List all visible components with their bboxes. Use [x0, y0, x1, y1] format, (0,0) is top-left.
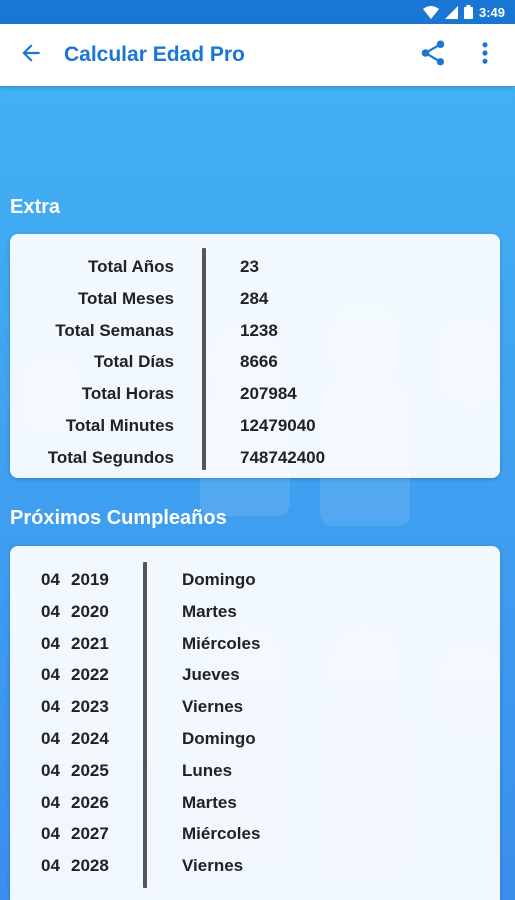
arrow-left-icon: [18, 40, 44, 71]
birthday-year: 2025: [71, 760, 109, 780]
more-vert-icon: [471, 39, 499, 72]
birthday-year: 2023: [71, 697, 109, 717]
extra-row-label: Total Meses: [77, 288, 174, 308]
birthday-year: 2026: [71, 792, 109, 812]
app-title: Calcular Edad Pro: [64, 43, 245, 66]
birthday-weekday: Martes: [182, 601, 237, 621]
extra-section-title: Extra: [10, 196, 61, 218]
birthday-year: 2020: [71, 601, 109, 621]
birthday-weekday: Miércoles: [182, 824, 261, 844]
birthdays-divider: [143, 562, 147, 888]
status-time: 3:49: [478, 4, 505, 20]
birthday-year: 2021: [71, 633, 109, 653]
share-button[interactable]: [407, 24, 459, 86]
extra-row-label: Total Días: [94, 352, 174, 372]
birthdays-section-title: Próximos Cumpleaños: [10, 507, 227, 529]
status-bar: 3:49: [0, 0, 515, 24]
birthday-weekday: Miércoles: [182, 633, 261, 653]
birthday-weekday: Jueves: [182, 665, 240, 685]
extra-row-value: 1238: [240, 320, 278, 340]
extra-row-value: 8666: [240, 352, 278, 372]
birthday-year: 2024: [71, 729, 109, 748]
birthday-month: 04: [41, 824, 60, 844]
birthday-year: 2028: [71, 856, 109, 876]
wifi-icon: [422, 5, 439, 19]
birthday-weekday: Domingo: [182, 729, 256, 748]
birthday-weekday: Martes: [182, 792, 237, 812]
extra-row-label: Total Segundos: [47, 447, 174, 467]
overflow-menu-button[interactable]: [459, 24, 511, 86]
birthday-month: 04: [41, 729, 60, 748]
birthday-month: 04: [41, 760, 60, 780]
extra-row-label: Total Años: [88, 257, 174, 276]
birthday-month: 04: [41, 570, 60, 589]
birthday-weekday: Domingo: [182, 570, 256, 589]
extra-row-value: 23: [240, 257, 259, 276]
birthday-year: 2019: [71, 570, 109, 589]
back-button[interactable]: [2, 24, 60, 86]
extra-row-value: 207984: [240, 384, 297, 404]
birthday-month: 04: [41, 856, 60, 876]
extra-row-value: 12479040: [240, 416, 316, 435]
extra-row-label: Total Minutes: [65, 416, 174, 435]
extra-row-value: 748742400: [240, 447, 326, 467]
battery-icon: [463, 5, 473, 19]
birthday-month: 04: [41, 633, 60, 653]
signal-icon: [444, 5, 458, 19]
extra-row-value: 284: [240, 288, 269, 308]
birthday-month: 04: [41, 665, 60, 685]
birthday-weekday: Viernes: [182, 856, 244, 876]
app-bar: Calcular Edad Pro: [0, 24, 515, 86]
extra-divider: [202, 248, 206, 470]
extra-row-label: Total Semanas: [55, 320, 174, 340]
birthday-year: 2027: [71, 824, 109, 844]
birthday-weekday: Viernes: [182, 697, 244, 717]
birthday-month: 04: [41, 601, 60, 621]
birthday-weekday: Lunes: [182, 760, 233, 780]
birthday-month: 04: [41, 697, 60, 717]
birthday-month: 04: [41, 792, 60, 812]
extra-row-label: Total Horas: [81, 384, 174, 404]
share-icon: [418, 38, 448, 73]
extra-card: Total Años 23 Total Meses 284 Total Semanas 1…: [10, 234, 500, 478]
birthday-year: 2022: [71, 665, 109, 685]
birthdays-card: 04 2019 Domingo 04 2020 Martes 04 2021 Miércoles…: [10, 546, 500, 900]
